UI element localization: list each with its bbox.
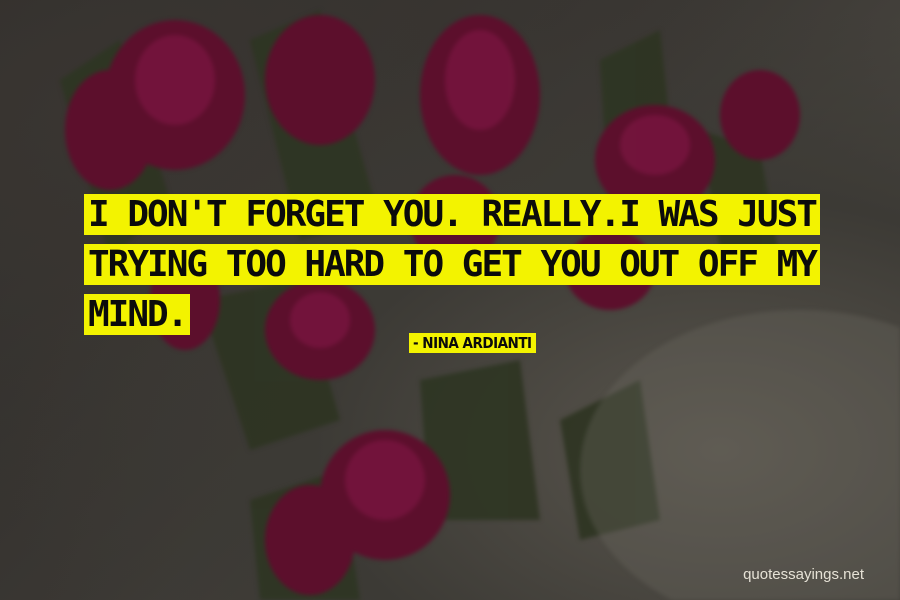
quote-text: I don't forget you. Really.I was just tr… bbox=[84, 190, 844, 340]
site-watermark: quotessayings.net bbox=[743, 566, 864, 583]
quote-author: - Nina Ardianti bbox=[409, 333, 536, 353]
